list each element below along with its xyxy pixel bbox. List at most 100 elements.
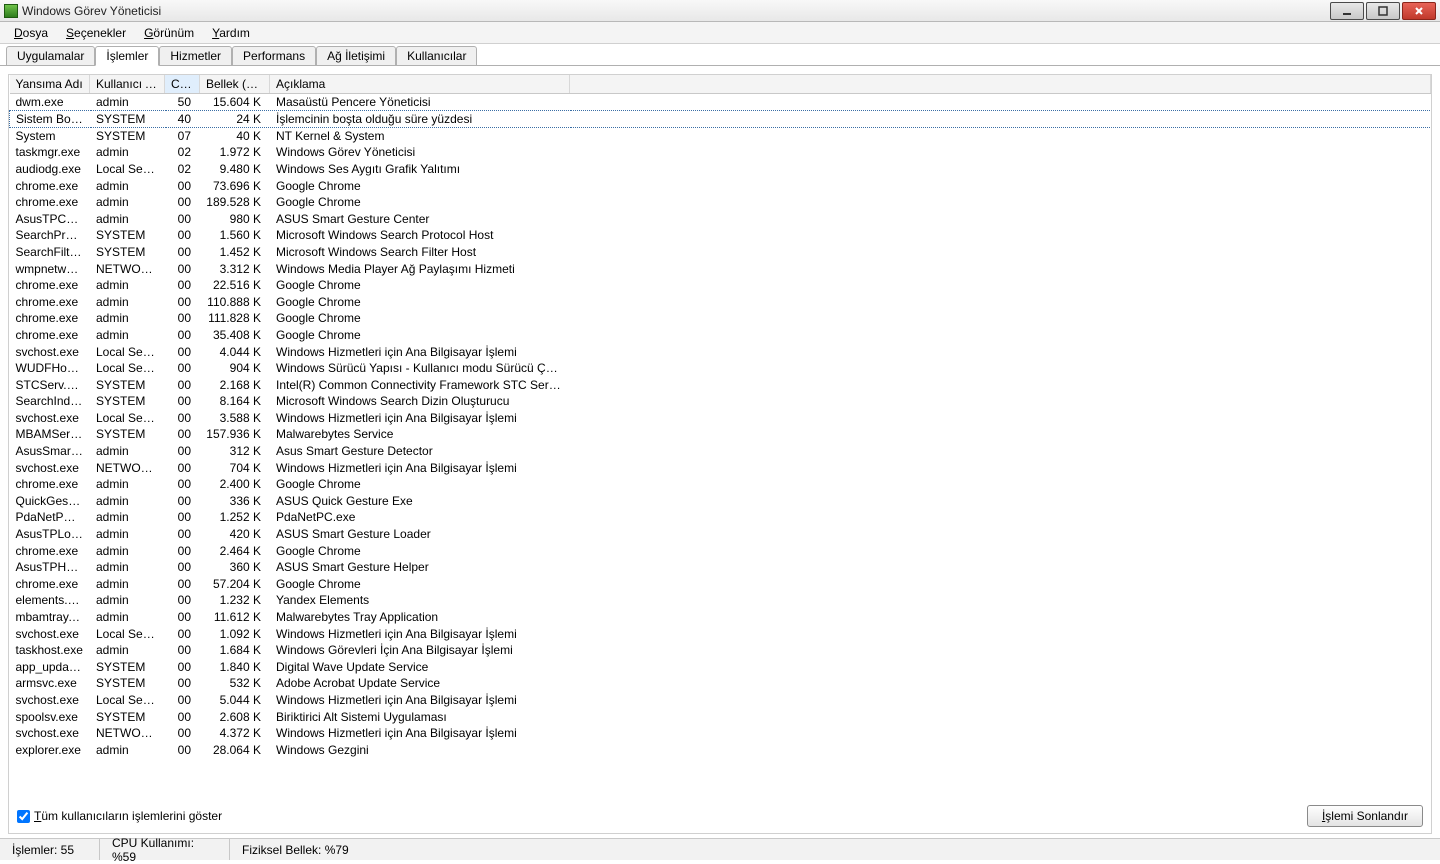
cell-desc: ASUS Smart Gesture Center: [270, 210, 570, 227]
cell-desc: Biriktirici Alt Sistemi Uygulaması: [270, 708, 570, 725]
cell-desc: ASUS Quick Gesture Exe: [270, 493, 570, 510]
table-row[interactable]: STCServ.exeSYSTEM002.168 KIntel(R) Commo…: [10, 376, 1431, 393]
table-row[interactable]: mbamtray.exeadmin0011.612 KMalwarebytes …: [10, 609, 1431, 626]
table-row[interactable]: elements.exeadmin001.232 KYandex Element…: [10, 592, 1431, 609]
table-row[interactable]: svchost.exeLocal Serv...005.044 KWindows…: [10, 692, 1431, 709]
close-button[interactable]: [1402, 2, 1436, 20]
cell-mem: 40 K: [200, 128, 270, 145]
table-row[interactable]: MBAMServic...SYSTEM00157.936 KMalwarebyt…: [10, 426, 1431, 443]
table-row[interactable]: WUDFHost....Local Serv...00904 KWindows …: [10, 360, 1431, 377]
cell-user: admin: [90, 293, 165, 310]
tab-ağ i̇letişimi[interactable]: Ağ İletişimi: [316, 46, 396, 66]
app-icon: [4, 4, 18, 18]
cell-user: admin: [90, 476, 165, 493]
cell-name: svchost.exe: [10, 343, 90, 360]
process-table-scroll[interactable]: Yansıma Adı Kullanıcı Adı CPU Bellek (Öz…: [9, 75, 1431, 799]
col-description[interactable]: Açıklama: [270, 75, 570, 94]
end-process-button[interactable]: İşlemi Sonlandır: [1307, 805, 1423, 827]
cell-mem: 110.888 K: [200, 293, 270, 310]
table-row[interactable]: taskhost.exeadmin001.684 KWindows Görevl…: [10, 642, 1431, 659]
table-row[interactable]: chrome.exeadmin00111.828 KGoogle Chrome: [10, 310, 1431, 327]
col-cpu[interactable]: CPU: [165, 75, 200, 94]
table-row[interactable]: svchost.exeLocal Serv...004.044 KWindows…: [10, 343, 1431, 360]
table-row[interactable]: chrome.exeadmin002.464 KGoogle Chrome: [10, 542, 1431, 559]
cell-desc: Windows Hizmetleri için Ana Bilgisayar İ…: [270, 459, 570, 476]
cell-user: SYSTEM: [90, 659, 165, 676]
menu-görünüm[interactable]: Görünüm: [136, 24, 202, 42]
show-all-users-checkbox[interactable]: Tüm kullanıcıların işlemlerini göster: [17, 809, 222, 823]
tab-performans[interactable]: Performans: [232, 46, 316, 66]
cell-user: Local Serv...: [90, 410, 165, 427]
table-row[interactable]: svchost.exeNETWOR...00704 KWindows Hizme…: [10, 459, 1431, 476]
table-row[interactable]: Sistem Boşta...SYSTEM4024 Kİşlemcinin bo…: [10, 111, 1431, 128]
table-row[interactable]: svchost.exeLocal Serv...001.092 KWindows…: [10, 625, 1431, 642]
cell-name: spoolsv.exe: [10, 708, 90, 725]
table-row[interactable]: armsvc.exeSYSTEM00532 KAdobe Acrobat Upd…: [10, 675, 1431, 692]
table-row[interactable]: AsusSmartG...admin00312 KAsus Smart Gest…: [10, 443, 1431, 460]
cell-fill: [570, 741, 1431, 758]
cell-mem: 360 K: [200, 559, 270, 576]
col-memory[interactable]: Bellek (Öz...: [200, 75, 270, 94]
cell-name: AsusTPHelp...: [10, 559, 90, 576]
cell-user: SYSTEM: [90, 675, 165, 692]
table-row[interactable]: SystemSYSTEM0740 KNT Kernel & System: [10, 128, 1431, 145]
table-row[interactable]: taskmgr.exeadmin021.972 KWindows Görev Y…: [10, 144, 1431, 161]
table-row[interactable]: audiodg.exeLocal Serv...029.480 KWindows…: [10, 161, 1431, 178]
table-row[interactable]: svchost.exeLocal Serv...003.588 KWindows…: [10, 410, 1431, 427]
cell-cpu: 00: [165, 659, 200, 676]
table-row[interactable]: chrome.exeadmin0057.204 KGoogle Chrome: [10, 576, 1431, 593]
cell-mem: 1.452 K: [200, 244, 270, 261]
tab-i̇şlemler[interactable]: İşlemler: [95, 46, 159, 66]
table-row[interactable]: SearchFilter...SYSTEM001.452 KMicrosoft …: [10, 244, 1431, 261]
cell-name: chrome.exe: [10, 327, 90, 344]
table-row[interactable]: wmpnetwk.exeNETWOR...003.312 KWindows Me…: [10, 260, 1431, 277]
table-row[interactable]: explorer.exeadmin0028.064 KWindows Gezgi…: [10, 741, 1431, 758]
table-row[interactable]: PdaNetPC.exeadmin001.252 KPdaNetPC.exe: [10, 509, 1431, 526]
cell-name: taskmgr.exe: [10, 144, 90, 161]
cell-mem: 8.164 K: [200, 393, 270, 410]
cell-user: SYSTEM: [90, 426, 165, 443]
col-image-name[interactable]: Yansıma Adı: [10, 75, 90, 94]
cell-desc: Google Chrome: [270, 327, 570, 344]
show-all-users-input[interactable]: [17, 810, 30, 823]
table-row[interactable]: svchost.exeNETWOR...004.372 KWindows Hiz…: [10, 725, 1431, 742]
menu-seçenekler[interactable]: Seçenekler: [58, 24, 134, 42]
tab-uygulamalar[interactable]: Uygulamalar: [6, 46, 95, 66]
table-row[interactable]: AsusTPLoad...admin00420 KASUS Smart Gest…: [10, 526, 1431, 543]
cell-cpu: 00: [165, 227, 200, 244]
table-row[interactable]: dwm.exeadmin5015.604 KMasaüstü Pencere Y…: [10, 94, 1431, 111]
table-row[interactable]: chrome.exeadmin0035.408 KGoogle Chrome: [10, 327, 1431, 344]
table-row[interactable]: AsusTPHelp...admin00360 KASUS Smart Gest…: [10, 559, 1431, 576]
maximize-button[interactable]: [1366, 2, 1400, 20]
table-row[interactable]: chrome.exeadmin00110.888 KGoogle Chrome: [10, 293, 1431, 310]
cell-mem: 1.972 K: [200, 144, 270, 161]
tab-hizmetler[interactable]: Hizmetler: [159, 46, 232, 66]
table-row[interactable]: chrome.exeadmin0073.696 KGoogle Chrome: [10, 177, 1431, 194]
cell-fill: [570, 260, 1431, 277]
table-row[interactable]: SearchProto...SYSTEM001.560 KMicrosoft W…: [10, 227, 1431, 244]
cell-user: Local Serv...: [90, 625, 165, 642]
table-row[interactable]: chrome.exeadmin0022.516 KGoogle Chrome: [10, 277, 1431, 294]
cell-name: chrome.exe: [10, 310, 90, 327]
cell-desc: Windows Hizmetleri için Ana Bilgisayar İ…: [270, 410, 570, 427]
table-row[interactable]: chrome.exeadmin00189.528 KGoogle Chrome: [10, 194, 1431, 211]
minimize-icon: [1342, 6, 1352, 16]
cell-mem: 4.372 K: [200, 725, 270, 742]
cell-desc: Yandex Elements: [270, 592, 570, 609]
menu-yardım[interactable]: Yardım: [204, 24, 258, 42]
table-row[interactable]: app_update...SYSTEM001.840 KDigital Wave…: [10, 659, 1431, 676]
cell-fill: [570, 293, 1431, 310]
table-row[interactable]: SearchIndex...SYSTEM008.164 KMicrosoft W…: [10, 393, 1431, 410]
menu-dosya[interactable]: Dosya: [6, 24, 56, 42]
status-cpu: CPU Kullanımı: %59: [100, 839, 230, 860]
cell-cpu: 00: [165, 725, 200, 742]
table-row[interactable]: QuickGestur...admin00336 KASUS Quick Ges…: [10, 493, 1431, 510]
tab-kullanıcılar[interactable]: Kullanıcılar: [396, 46, 477, 66]
minimize-button[interactable]: [1330, 2, 1364, 20]
table-row[interactable]: spoolsv.exeSYSTEM002.608 KBiriktirici Al…: [10, 708, 1431, 725]
col-user-name[interactable]: Kullanıcı Adı: [90, 75, 165, 94]
table-row[interactable]: chrome.exeadmin002.400 KGoogle Chrome: [10, 476, 1431, 493]
cell-user: NETWOR...: [90, 459, 165, 476]
table-row[interactable]: AsusTPCent...admin00980 KASUS Smart Gest…: [10, 210, 1431, 227]
cell-desc: Malwarebytes Service: [270, 426, 570, 443]
